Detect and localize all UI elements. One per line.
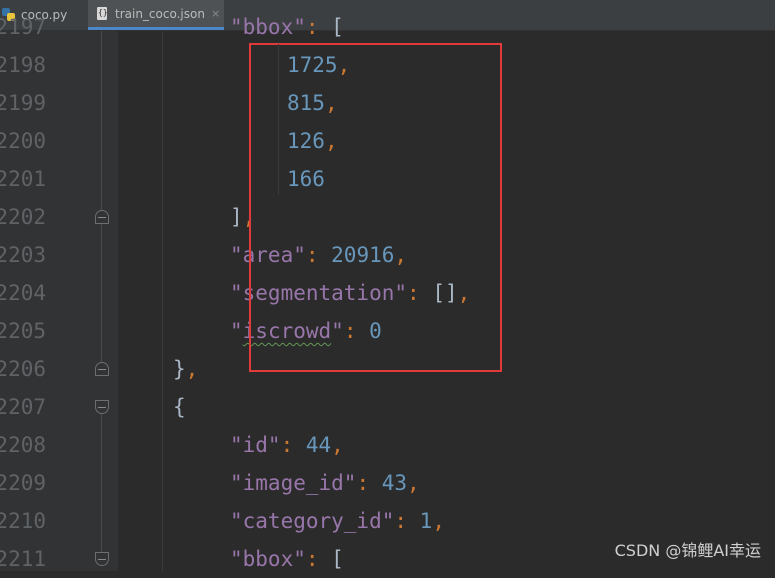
code-line: "id": 44,	[230, 426, 344, 464]
line-number: 2201	[0, 160, 46, 198]
code-token: ,	[186, 357, 199, 381]
line-number-gutter: 2197219821992200220122022203220422052206…	[0, 31, 118, 571]
close-icon[interactable]: ×	[211, 7, 220, 20]
code-token: :	[306, 15, 331, 39]
code-token: "category_id"	[230, 509, 394, 533]
fold-range-line	[101, 414, 102, 552]
code-token: "bbox"	[230, 547, 306, 571]
code-token: ,	[331, 433, 344, 457]
indent-guide	[162, 31, 163, 571]
line-number: 2205	[0, 312, 46, 350]
fold-marker-icon[interactable]	[95, 400, 109, 414]
code-token: ,	[407, 471, 420, 495]
code-token: :	[356, 471, 381, 495]
code-token: :	[394, 509, 419, 533]
code-line: "image_id": 43,	[230, 464, 420, 502]
line-number: 2210	[0, 502, 46, 540]
code-token: :	[281, 433, 306, 457]
code-token: "bbox"	[230, 15, 306, 39]
tab-label: train_coco.json	[115, 7, 205, 21]
code-token: [	[331, 15, 344, 39]
code-token: "	[230, 319, 243, 343]
code-token: [	[331, 547, 344, 571]
fold-range-line	[101, 224, 102, 362]
watermark: CSDN @锦鲤AI幸运	[615, 537, 761, 561]
line-number: 2199	[0, 84, 46, 122]
code-token: ]	[230, 205, 243, 229]
fold-marker-icon[interactable]	[95, 362, 109, 376]
code-token: 1	[420, 509, 433, 533]
line-number: 2198	[0, 46, 46, 84]
json-file-icon	[96, 7, 110, 21]
line-number: 2197	[0, 8, 46, 46]
line-number: 2208	[0, 426, 46, 464]
code-token: 44	[306, 433, 331, 457]
indent-guide	[278, 44, 279, 195]
line-number: 2202	[0, 198, 46, 236]
tab-train-coco-json[interactable]: train_coco.json ×	[88, 0, 224, 30]
code-token: ,	[432, 509, 445, 533]
code-token: 43	[382, 471, 407, 495]
line-number: 2206	[0, 350, 46, 388]
fold-range-line	[101, 31, 102, 210]
code-token: }	[173, 357, 186, 381]
code-token: :	[306, 547, 331, 571]
line-number: 2200	[0, 122, 46, 160]
code-token: "image_id"	[230, 471, 356, 495]
code-token: {	[173, 395, 186, 419]
line-number: 2211	[0, 540, 46, 578]
code-line: {	[173, 388, 186, 426]
red-highlight-annotation	[249, 43, 502, 372]
line-number: 2204	[0, 274, 46, 312]
line-number: 2209	[0, 464, 46, 502]
fold-marker-icon[interactable]	[95, 210, 109, 224]
line-number: 2203	[0, 236, 46, 274]
fold-marker-icon[interactable]	[95, 552, 109, 566]
code-line: },	[173, 350, 198, 388]
code-token: "id"	[230, 433, 281, 457]
line-number: 2207	[0, 388, 46, 426]
code-line: "bbox": [	[230, 8, 344, 46]
code-line: "bbox": [	[230, 540, 344, 578]
editor-tab-bar: coco.py train_coco.json ×	[0, 0, 775, 31]
code-line: "category_id": 1,	[230, 502, 445, 540]
